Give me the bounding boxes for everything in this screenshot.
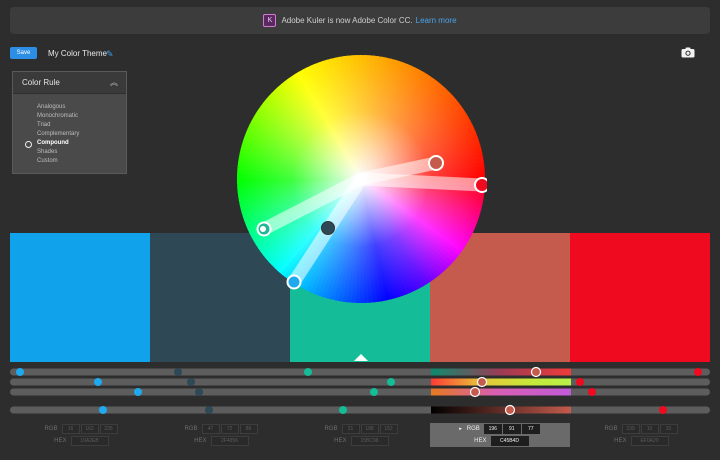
notification-banner: K Adobe Kuler is now Adobe Color CC. Lea… [10, 7, 710, 34]
slider-thumb-4-4[interactable] [504, 404, 516, 416]
rgb-field-r[interactable]: 21 [341, 424, 360, 434]
rgb-field-b[interactable]: 86 [239, 424, 258, 434]
rgb-field-g[interactable]: 72 [220, 424, 239, 434]
slider-thumb-1-3[interactable] [304, 368, 312, 376]
slider-track-2[interactable] [10, 378, 710, 386]
learn-more-link[interactable]: Learn more [416, 16, 457, 25]
wheel-handle-marker [260, 226, 266, 232]
pencil-icon[interactable]: ✎ [106, 49, 114, 60]
slider-thumb-3-1[interactable] [134, 388, 142, 396]
rgb-field-g[interactable]: 10 [640, 424, 659, 434]
rule-option-monochromatic[interactable]: Monochromatic [13, 112, 126, 121]
color-rule-header[interactable]: Color Rule ︽ [13, 72, 126, 94]
swatch-5[interactable] [570, 233, 710, 362]
rule-option-compound[interactable]: Compound [13, 139, 126, 148]
rgb-field-b[interactable]: 32 [659, 424, 678, 434]
color-values-1: RGB 16 162 235 HEX 10A2EB [10, 423, 150, 447]
hex-field[interactable]: 2F4856 [210, 436, 249, 446]
hex-field[interactable]: 15BC98 [350, 436, 389, 446]
rgb-field-b[interactable]: 235 [99, 424, 118, 434]
selected-swatch-indicator [354, 354, 368, 361]
wheel-handle-5[interactable] [474, 177, 487, 193]
slider-thumb-1-4[interactable] [530, 366, 542, 378]
slider-thumb-4-2[interactable] [205, 406, 213, 414]
rgb-field-g[interactable]: 91 [502, 424, 521, 434]
chevron-up-icon[interactable]: ︽ [110, 77, 118, 88]
rgb-field-b[interactable]: 77 [521, 424, 540, 434]
radio-selected-icon [25, 141, 32, 148]
wheel-handle-4[interactable] [428, 155, 444, 171]
slider-thumb-2-1[interactable] [94, 378, 102, 386]
rgb-field-r[interactable]: 196 [483, 424, 502, 434]
slider-thumb-1-5[interactable] [694, 368, 702, 376]
color-rule-list: Analogous Monochromatic Triad Complementary… [13, 94, 126, 166]
rule-option-complementary[interactable]: Complementary [13, 130, 126, 139]
hex-field[interactable]: EF0A20 [630, 436, 669, 446]
slider-thumb-2-3[interactable] [387, 378, 395, 386]
rule-option-triad[interactable]: Triad [13, 121, 126, 130]
color-values-2: RGB 47 72 86 HEX 2F4856 [150, 423, 290, 447]
slider-thumb-3-2[interactable] [195, 388, 203, 396]
rule-option-analogous[interactable]: Analogous [13, 103, 126, 112]
color-sliders[interactable] [10, 366, 710, 420]
slider-thumb-3-5[interactable] [588, 388, 596, 396]
hex-field[interactable]: 10A2EB [70, 436, 109, 446]
rgb-field-b[interactable]: 152 [379, 424, 398, 434]
slider-thumb-2-4[interactable] [476, 376, 488, 388]
theme-name-field[interactable]: My Color Theme [48, 49, 107, 58]
save-button[interactable]: Save [10, 47, 37, 59]
color-values-5: RGB 239 10 32 HEX EF0A20 [570, 423, 710, 447]
caret-icon[interactable]: ▸ [459, 426, 462, 432]
rgb-field-g[interactable]: 162 [80, 424, 99, 434]
color-rule-panel: Color Rule ︽ Analogous Monochromatic Triad… [12, 71, 127, 174]
slider-thumb-4-5[interactable] [659, 406, 667, 414]
adobe-color-logo-icon: K [263, 14, 277, 27]
slider-thumb-1-1[interactable] [16, 368, 24, 376]
hex-field[interactable]: C45B4D [490, 436, 529, 446]
color-rule-title: Color Rule [22, 78, 60, 87]
color-values-4: ▸ RGB 196 91 77 HEX C45B4D [430, 423, 570, 447]
slider-thumb-2-2[interactable] [187, 378, 195, 386]
slider-thumb-2-5[interactable] [576, 378, 584, 386]
rule-option-shades[interactable]: Shades [13, 148, 126, 157]
camera-icon[interactable] [681, 47, 695, 58]
slider-thumb-4-3[interactable] [339, 406, 347, 414]
rule-option-custom[interactable]: Custom [13, 157, 126, 166]
color-values-bar: RGB 16 162 235 HEX 10A2EB RGB 47 72 86 HEX 2F4856 RG… [10, 423, 710, 447]
rgb-field-r[interactable]: 239 [621, 424, 640, 434]
banner-text: Adobe Kuler is now Adobe Color CC. [281, 16, 413, 25]
swatch-1[interactable] [10, 233, 150, 362]
slider-thumb-4-1[interactable] [99, 406, 107, 414]
rgb-field-r[interactable]: 16 [61, 424, 80, 434]
wheel-handle-3[interactable] [321, 221, 335, 235]
color-wheel[interactable] [235, 53, 487, 305]
color-values-3: RGB 21 188 152 HEX 15BC98 [290, 423, 430, 447]
slider-thumb-3-4[interactable] [469, 386, 481, 398]
slider-thumb-3-3[interactable] [370, 388, 378, 396]
rgb-field-g[interactable]: 188 [360, 424, 379, 434]
slider-thumb-1-2[interactable] [174, 368, 182, 376]
slider-track-3[interactable] [10, 388, 710, 396]
rgb-field-r[interactable]: 47 [201, 424, 220, 434]
slider-track-4[interactable] [10, 406, 710, 414]
slider-track-1[interactable] [10, 368, 710, 376]
wheel-handle-1[interactable] [286, 274, 302, 290]
